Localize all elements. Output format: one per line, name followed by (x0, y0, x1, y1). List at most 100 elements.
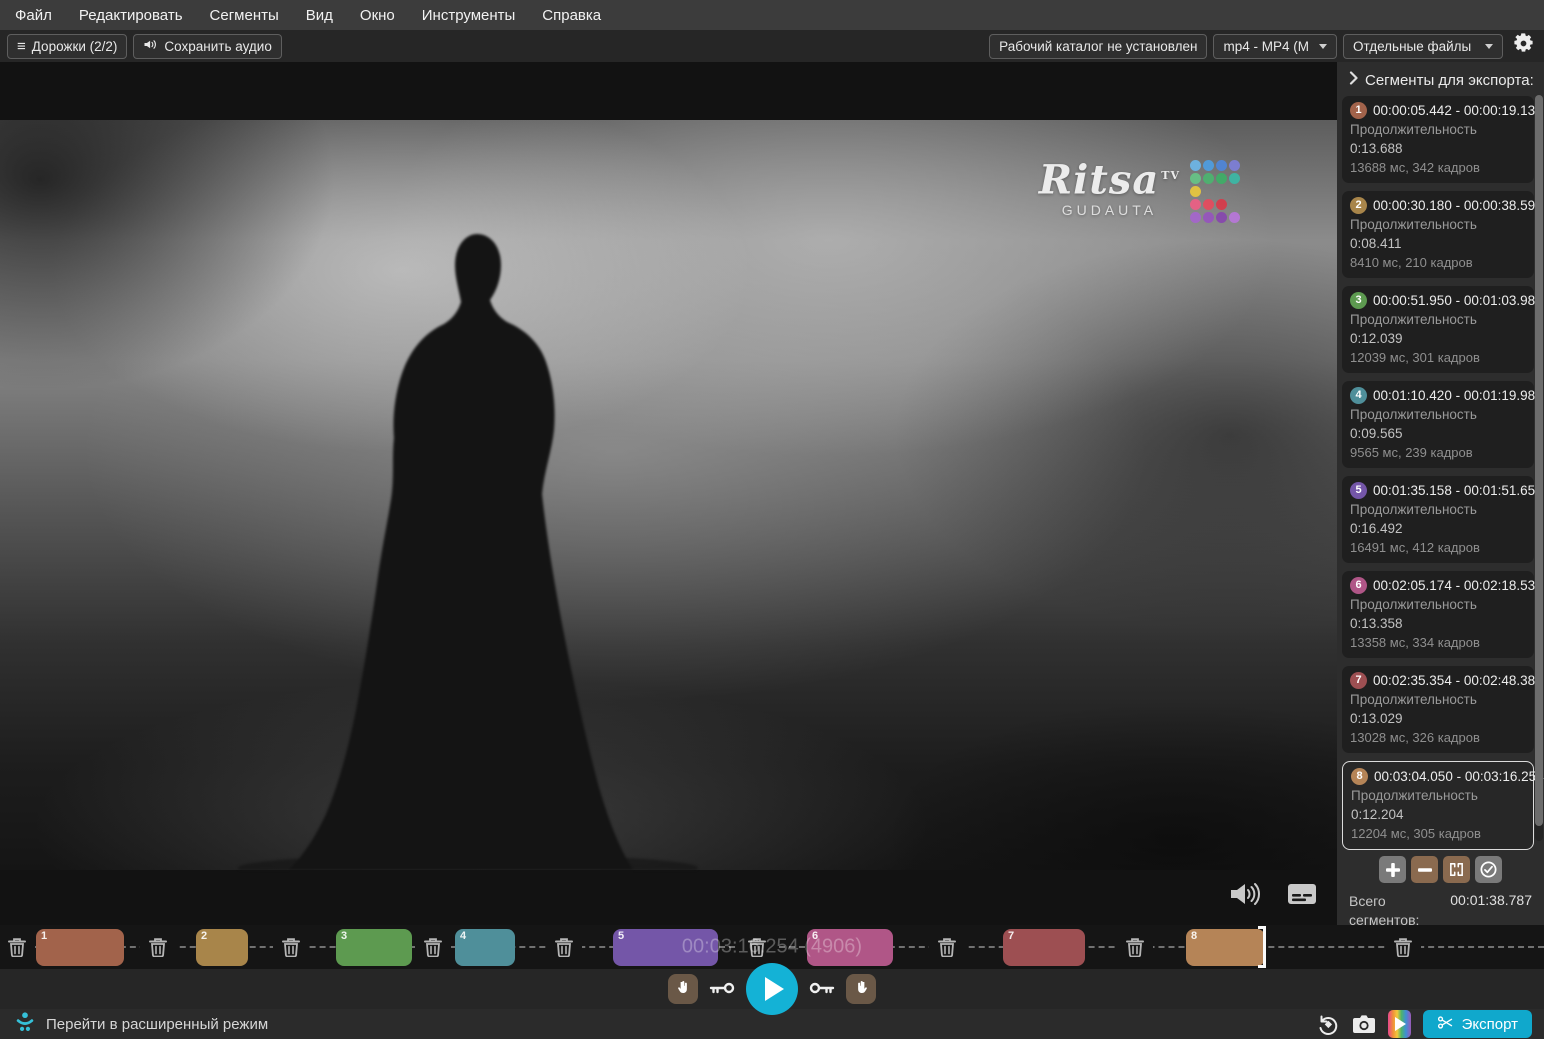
playhead[interactable] (1263, 926, 1266, 968)
delete-segment-icon[interactable] (140, 925, 176, 969)
main-area: RitsaTV GUDAUTA Сегменты для экспорта: (0, 62, 1544, 925)
next-keyframe-button[interactable] (807, 974, 837, 1004)
duration-label: Продолжительность (1350, 215, 1526, 234)
segment-card[interactable]: 3 00:00:51.950 - 00:01:03.989 Продолжите… (1342, 286, 1534, 373)
menu-item-tools[interactable]: Инструменты (422, 7, 516, 24)
delete-segment-icon[interactable] (1385, 925, 1421, 969)
export-button-label: Экспорт (1462, 1016, 1518, 1033)
delete-segment-icon[interactable] (415, 925, 451, 969)
output-mode-select[interactable]: Отдельные файлы (1343, 34, 1503, 59)
key-left-icon (709, 981, 735, 998)
timeline-segment[interactable]: 4 (455, 929, 515, 966)
advanced-mode-label: Перейти в расширенный режим (46, 1016, 268, 1033)
logo-dot (1203, 212, 1214, 223)
segment-number-badge: 6 (1350, 577, 1367, 594)
save-audio-button[interactable]: Сохранить аудио (133, 34, 281, 59)
scrollbar-thumb[interactable] (1535, 95, 1543, 826)
segment-time-range: 00:01:10.420 - 00:01:19.986 (1373, 386, 1543, 405)
duration-label: Продолжительность (1350, 500, 1526, 519)
menu-item-help[interactable]: Справка (542, 7, 601, 24)
delete-segment-icon[interactable] (546, 925, 582, 969)
menu-item-segments[interactable]: Сегменты (210, 7, 279, 24)
segment-card[interactable]: 5 00:01:35.158 - 00:01:51.650 Продолжите… (1342, 476, 1534, 563)
segment-card[interactable]: 1 00:00:05.442 - 00:00:19.131 Продолжите… (1342, 96, 1534, 183)
timeline-segment[interactable]: 2 (196, 929, 248, 966)
prev-keyframe-button[interactable] (707, 974, 737, 1004)
timeline-segment[interactable]: 1 (36, 929, 124, 966)
delete-segment-icon[interactable] (273, 925, 309, 969)
screenshot-button[interactable] (1352, 1014, 1376, 1034)
timeline-segment[interactable]: 6 (807, 929, 893, 966)
set-cut-end-button[interactable] (846, 974, 876, 1004)
select-segments-button[interactable] (1475, 856, 1502, 883)
segment-details: 13688 мс, 342 кадров (1350, 158, 1526, 177)
split-segment-button[interactable] (1443, 856, 1470, 883)
duration-value: 0:16.492 (1350, 519, 1526, 538)
segment-card[interactable]: 6 00:02:05.174 - 00:02:18.532 Продолжите… (1342, 571, 1534, 658)
watermark-subtitle: GUDAUTA (1039, 202, 1180, 218)
scrollbar[interactable] (1535, 95, 1543, 841)
watermark-title: RitsaTV (1039, 156, 1180, 200)
logo-dot (1216, 212, 1227, 223)
set-cut-start-button[interactable] (668, 974, 698, 1004)
timeline-segment-number: 4 (460, 930, 466, 942)
segment-card[interactable]: 4 00:01:10.420 - 00:01:19.986 Продолжите… (1342, 381, 1534, 468)
segment-time-range: 00:02:05.174 - 00:02:18.532 (1373, 576, 1543, 595)
segment-card[interactable]: 8 00:03:04.050 - 00:03:16.254 Продолжите… (1342, 761, 1534, 850)
logo-dot (1190, 186, 1201, 197)
logo-dot (1216, 199, 1227, 210)
segment-number-badge: 1 (1350, 102, 1367, 119)
duration-label: Продолжительность (1350, 690, 1526, 709)
timeline-segment[interactable]: 3 (336, 929, 412, 966)
timeline-segment-number: 8 (1191, 930, 1197, 942)
menu-item-edit[interactable]: Редактировать (79, 7, 183, 24)
logo-dot (1229, 212, 1240, 223)
timeline-segment-number: 3 (341, 930, 347, 942)
duration-label: Продолжительность (1350, 595, 1526, 614)
video-player[interactable]: RitsaTV GUDAUTA (0, 62, 1337, 925)
tracks-button[interactable]: ≡ Дорожки (2/2) (7, 34, 127, 59)
segment-time-range: 00:00:05.442 - 00:00:19.131 (1373, 101, 1543, 120)
duration-value: 0:13.029 (1350, 709, 1526, 728)
output-format-select[interactable]: mp4 - MP4 (M (1213, 34, 1337, 59)
menu-item-window[interactable]: Окно (360, 7, 395, 24)
working-dir-label: Рабочий каталог не установлен (999, 39, 1197, 54)
logo-dot (1203, 199, 1214, 210)
collapse-panel-icon[interactable] (1349, 71, 1358, 89)
hand-icon (854, 980, 869, 998)
settings-button[interactable] (1509, 32, 1537, 60)
volume-icon[interactable] (1228, 880, 1261, 913)
key-right-icon (809, 981, 835, 998)
menu-item-view[interactable]: Вид (306, 7, 333, 24)
export-button[interactable]: Экспорт (1423, 1010, 1532, 1038)
remove-segment-button[interactable] (1411, 856, 1438, 883)
add-segment-button[interactable] (1379, 856, 1406, 883)
timeline-segment-number: 6 (812, 930, 818, 942)
tracks-menu-icon: ≡ (17, 39, 26, 54)
subtitles-icon[interactable] (1287, 882, 1317, 911)
timeline-segment[interactable]: 5 (613, 929, 718, 966)
menu-item-file[interactable]: Файл (15, 7, 52, 24)
timeline-segment-number: 1 (41, 930, 47, 942)
delete-segment-icon[interactable] (0, 925, 35, 969)
segment-card[interactable]: 2 00:00:30.180 - 00:00:38.591 Продолжите… (1342, 191, 1534, 278)
play-button[interactable] (746, 963, 798, 1015)
timeline-segment[interactable]: 7 (1003, 929, 1085, 966)
segment-details: 16491 мс, 412 кадров (1350, 538, 1526, 557)
delete-segment-icon[interactable] (929, 925, 965, 969)
duration-value: 0:12.039 (1350, 329, 1526, 348)
preview-button[interactable] (1388, 1010, 1411, 1038)
advanced-mode-toggle[interactable]: Перейти в расширенный режим (14, 1011, 268, 1037)
segment-card[interactable]: 7 00:02:35.354 - 00:02:48.382 Продолжите… (1342, 666, 1534, 753)
duration-label: Продолжительность (1351, 786, 1525, 805)
timeline-segment[interactable]: 8 (1186, 929, 1265, 966)
working-dir-button[interactable]: Рабочий каталог не установлен (989, 34, 1207, 59)
rotate-button[interactable] (1316, 1012, 1340, 1036)
segment-details: 12204 мс, 305 кадров (1351, 824, 1525, 843)
duration-value: 0:08.411 (1350, 234, 1526, 253)
segment-details: 8410 мс, 210 кадров (1350, 253, 1526, 272)
logo-dot (1229, 160, 1240, 171)
speaker-icon (143, 38, 158, 54)
delete-segment-icon[interactable] (1117, 925, 1153, 969)
video-surface[interactable]: RitsaTV GUDAUTA (0, 120, 1337, 870)
